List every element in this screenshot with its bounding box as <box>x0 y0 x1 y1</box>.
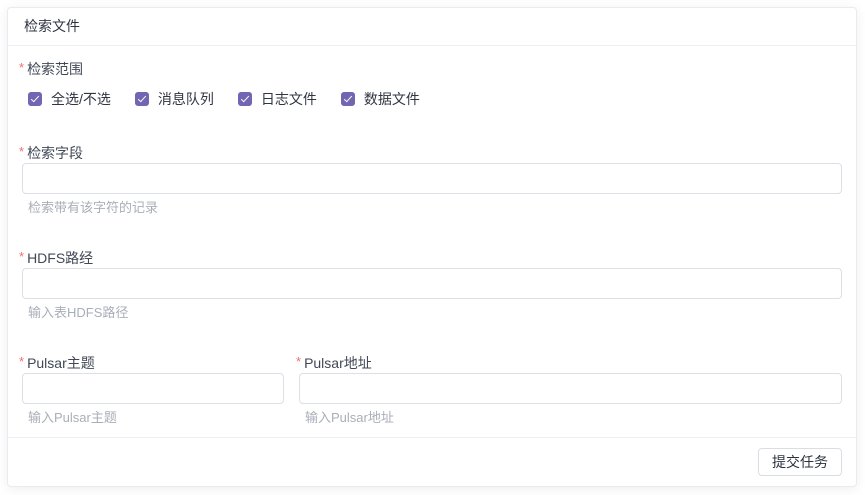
check-icon <box>31 94 39 103</box>
pulsar-address-label-row: * Pulsar地址 <box>296 353 842 373</box>
scope-label: 检索范围 <box>27 59 83 79</box>
checkbox-box[interactable] <box>135 92 149 106</box>
pulsar-row: * Pulsar主题 输入Pulsar主题 * Pulsar地址 输入Pulsa… <box>22 353 842 426</box>
form-item-scope: * 检索范围 全选/不选 消息队列 日志文件 <box>22 59 842 107</box>
form-item-keyword: * 检索字段 检索带有该字符的记录 <box>22 143 842 216</box>
checkbox-box[interactable] <box>341 92 355 106</box>
scope-label-row: * 检索范围 <box>19 59 842 79</box>
keyword-helper: 检索带有该字符的记录 <box>22 199 842 216</box>
check-icon <box>344 94 352 103</box>
keyword-label: 检索字段 <box>27 143 83 163</box>
pulsar-address-helper: 输入Pulsar地址 <box>299 409 842 426</box>
required-asterisk: * <box>296 353 301 371</box>
hdfs-label: HDFS路经 <box>27 248 93 268</box>
form-item-pulsar-topic: * Pulsar主题 输入Pulsar主题 <box>22 353 284 426</box>
checkbox-box[interactable] <box>238 92 252 106</box>
checkbox-data-files[interactable]: 数据文件 <box>341 91 420 107</box>
submit-task-button[interactable]: 提交任务 <box>758 448 842 476</box>
checkbox-select-all[interactable]: 全选/不选 <box>28 91 111 107</box>
checkbox-label: 消息队列 <box>158 91 214 107</box>
required-asterisk: * <box>19 248 24 266</box>
form-item-hdfs: * HDFS路经 输入表HDFS路径 <box>22 248 842 321</box>
pulsar-topic-input[interactable] <box>22 373 284 404</box>
pulsar-address-input[interactable] <box>299 373 842 404</box>
form-item-pulsar-address: * Pulsar地址 输入Pulsar地址 <box>299 353 842 426</box>
search-form: * 检索范围 全选/不选 消息队列 日志文件 <box>8 46 856 437</box>
search-files-card: 检索文件 * 检索范围 全选/不选 消息队列 <box>7 7 857 487</box>
checkbox-label: 全选/不选 <box>51 91 111 107</box>
card-header: 检索文件 <box>8 8 856 46</box>
keyword-label-row: * 检索字段 <box>19 143 842 163</box>
pulsar-topic-helper: 输入Pulsar主题 <box>22 409 284 426</box>
pulsar-topic-label-row: * Pulsar主题 <box>19 353 284 373</box>
pulsar-topic-label: Pulsar主题 <box>27 353 95 373</box>
card-title: 检索文件 <box>24 18 80 34</box>
checkbox-box[interactable] <box>28 92 42 106</box>
required-asterisk: * <box>19 143 24 161</box>
check-icon <box>138 94 146 103</box>
pulsar-address-label: Pulsar地址 <box>304 353 372 373</box>
check-icon <box>241 94 249 103</box>
checkbox-log-files[interactable]: 日志文件 <box>238 91 317 107</box>
checkbox-label: 数据文件 <box>364 91 420 107</box>
hdfs-path-input[interactable] <box>22 268 842 299</box>
hdfs-helper: 输入表HDFS路径 <box>22 304 842 321</box>
page: 检索文件 * 检索范围 全选/不选 消息队列 <box>0 0 865 495</box>
required-asterisk: * <box>19 353 24 371</box>
checkbox-message-queue[interactable]: 消息队列 <box>135 91 214 107</box>
scope-checkbox-row: 全选/不选 消息队列 日志文件 数据文件 <box>22 91 842 107</box>
keyword-input[interactable] <box>22 163 842 194</box>
card-footer: 提交任务 <box>8 437 856 486</box>
required-asterisk: * <box>19 59 24 77</box>
checkbox-label: 日志文件 <box>261 91 317 107</box>
hdfs-label-row: * HDFS路经 <box>19 248 842 268</box>
